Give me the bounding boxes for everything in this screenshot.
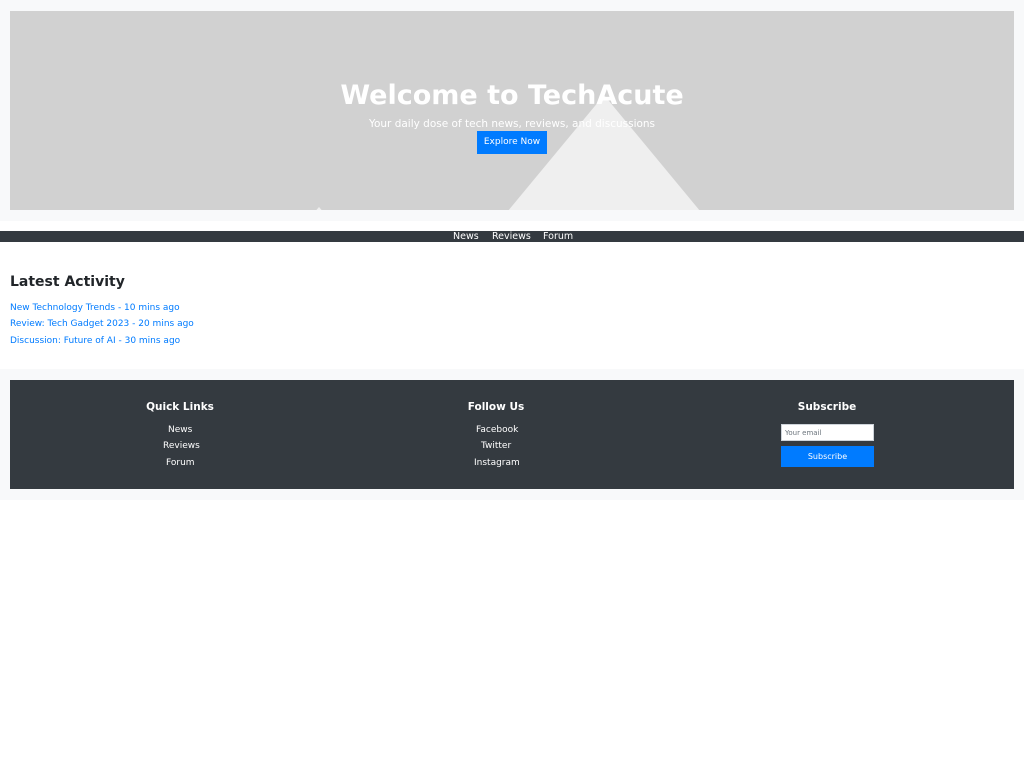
email-input[interactable]	[781, 424, 874, 441]
footer-link-reviews[interactable]: Reviews	[163, 440, 200, 453]
twitter-link[interactable]: Twitter	[481, 440, 511, 453]
footer-link-news[interactable]: News	[168, 424, 192, 437]
explore-now-button[interactable]: Explore Now	[477, 131, 547, 154]
activity-link-technology-trends[interactable]: New Technology Trends - 10 mins ago	[10, 301, 180, 315]
subscribe-heading: Subscribe	[797, 401, 857, 413]
nav-link-reviews[interactable]: Reviews	[492, 230, 531, 243]
hero-subtitle: Your daily dose of tech news, reviews, a…	[368, 118, 656, 130]
nav-link-news[interactable]: News	[453, 230, 479, 243]
subscribe-button[interactable]: Subscribe	[781, 446, 874, 467]
activity-link-ai-discussion[interactable]: Discussion: Future of AI - 30 mins ago	[10, 334, 180, 348]
hero-banner: Welcome to TechAcute Your daily dose of …	[10, 11, 1014, 210]
instagram-link[interactable]: Instagram	[474, 457, 520, 470]
quick-links-heading: Quick Links	[146, 401, 214, 413]
latest-activity-heading: Latest Activity	[10, 274, 125, 290]
facebook-link[interactable]: Facebook	[476, 424, 518, 437]
hero-title: Welcome to TechAcute	[340, 80, 684, 111]
hero-background-shape-small	[313, 207, 325, 210]
activity-link-gadget-review[interactable]: Review: Tech Gadget 2023 - 20 mins ago	[10, 317, 194, 331]
follow-us-heading: Follow Us	[467, 401, 525, 413]
footer-link-forum[interactable]: Forum	[166, 457, 195, 470]
nav-link-forum[interactable]: Forum	[543, 230, 573, 243]
